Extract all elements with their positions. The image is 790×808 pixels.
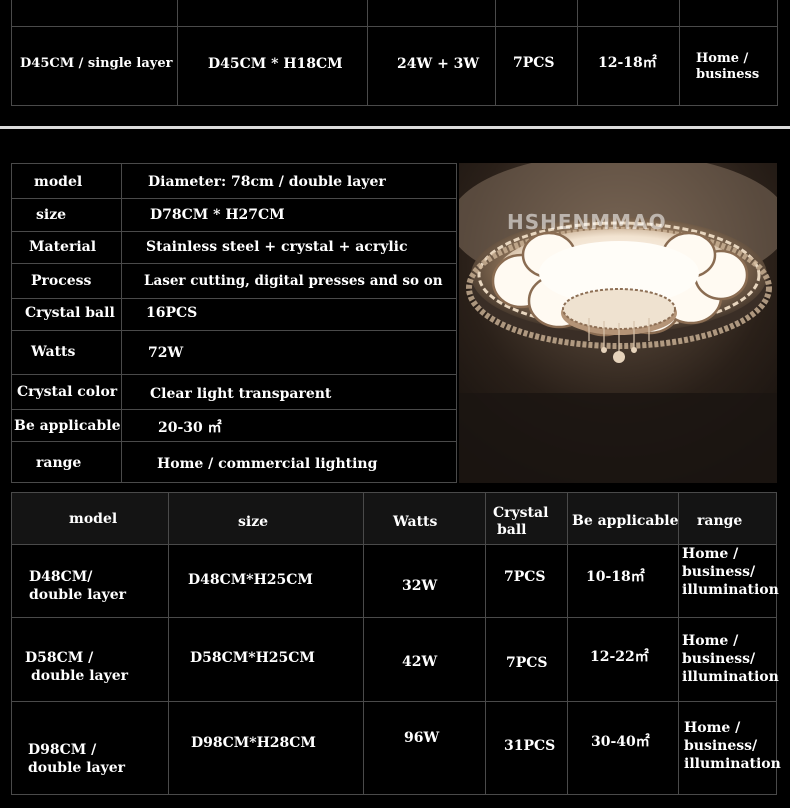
row3-crystal: 31PCS bbox=[504, 738, 556, 754]
spec-label-range: range bbox=[36, 455, 82, 471]
model-table-col-divider bbox=[363, 492, 364, 795]
top-table-divider bbox=[11, 26, 778, 27]
header-size: size bbox=[238, 514, 269, 530]
top-table-col-divider bbox=[177, 0, 178, 106]
row3-model-2: double layer bbox=[28, 760, 126, 776]
row2-crystal: 7PCS bbox=[506, 655, 548, 671]
top-table-col-divider bbox=[679, 0, 680, 106]
spec-row-divider bbox=[11, 298, 457, 299]
top-row-size: D45CM * H18CM bbox=[208, 56, 343, 72]
row2-range-1: Home / bbox=[682, 633, 739, 649]
top-row-model: D45CM / single layer bbox=[20, 56, 173, 71]
row1-range-1: Home / bbox=[682, 546, 739, 562]
row2-model-1: D58CM / bbox=[25, 650, 94, 666]
spec-label-watts: Watts bbox=[31, 344, 76, 360]
top-row-applicable: 12-18㎡ bbox=[598, 55, 657, 71]
top-table-border bbox=[11, 0, 778, 106]
spec-label-model: model bbox=[34, 174, 83, 190]
spec-label-crystal-color: Crystal color bbox=[17, 384, 118, 400]
row2-size: D58CM*H25CM bbox=[190, 650, 315, 666]
model-table-col-divider bbox=[678, 492, 679, 795]
top-table-col-divider bbox=[367, 0, 368, 106]
row1-model-2: double layer bbox=[29, 587, 127, 603]
photo-watermark: HSHENMMAO bbox=[507, 210, 667, 234]
spec-row-divider bbox=[11, 374, 457, 375]
top-row-range-1: Home / bbox=[696, 51, 749, 66]
row3-range-1: Home / bbox=[684, 720, 741, 736]
spec-value-applicable: 20-30 ㎡ bbox=[158, 420, 222, 436]
row3-applicable: 30-40㎡ bbox=[591, 734, 650, 750]
row1-size: D48CM*H25CM bbox=[188, 572, 313, 588]
spec-value-process: Laser cutting, digital presses and so on bbox=[144, 273, 443, 289]
header-crystal-1: Crystal bbox=[493, 505, 549, 521]
row1-crystal: 7PCS bbox=[504, 569, 546, 585]
row2-applicable: 12-22㎡ bbox=[590, 649, 649, 665]
header-watts: Watts bbox=[393, 514, 438, 530]
section-separator bbox=[0, 126, 790, 129]
model-table-row-divider bbox=[11, 544, 777, 545]
spec-label-crystal-ball: Crystal ball bbox=[25, 305, 115, 321]
row3-range-2: business/ bbox=[684, 738, 758, 754]
spec-value-range: Home / commercial lighting bbox=[157, 456, 378, 472]
row3-size: D98CM*H28CM bbox=[191, 735, 316, 751]
spec-row-divider bbox=[11, 330, 457, 331]
header-range: range bbox=[697, 513, 743, 529]
model-table-row-divider bbox=[11, 617, 777, 618]
row1-watts: 32W bbox=[402, 578, 438, 594]
spec-value-crystal-color: Clear light transparent bbox=[150, 386, 332, 402]
spec-value-model: Diameter: 78cm / double layer bbox=[148, 174, 386, 190]
spec-value-watts: 72W bbox=[148, 345, 184, 361]
model-table-col-divider bbox=[168, 492, 169, 795]
top-row-range-2: business bbox=[696, 67, 760, 82]
row3-watts: 96W bbox=[404, 730, 440, 746]
model-table-col-divider bbox=[485, 492, 486, 795]
header-crystal-2: ball bbox=[497, 522, 527, 538]
spec-label-material: Material bbox=[29, 239, 97, 255]
product-photo: HSHENMMAO bbox=[459, 163, 777, 483]
top-table-col-divider bbox=[577, 0, 578, 106]
spec-row-divider bbox=[11, 263, 457, 264]
header-model: model bbox=[69, 511, 118, 527]
spec-value-size: D78CM * H27CM bbox=[150, 207, 285, 223]
spec-label-applicable: Be applicable bbox=[14, 418, 121, 434]
row1-model-1: D48CM/ bbox=[29, 569, 93, 585]
spec-row-divider bbox=[11, 409, 457, 410]
spec-value-material: Stainless steel + crystal + acrylic bbox=[146, 239, 408, 255]
model-table-row-divider bbox=[11, 701, 777, 702]
top-row-crystal-ball: 7PCS bbox=[513, 55, 555, 71]
row2-watts: 42W bbox=[402, 654, 438, 670]
spec-row-divider bbox=[11, 198, 457, 199]
spec-label-size: size bbox=[36, 207, 67, 223]
model-table-col-divider bbox=[567, 492, 568, 795]
row2-range-2: business/ bbox=[682, 651, 756, 667]
row1-applicable: 10-18㎡ bbox=[586, 569, 645, 585]
top-row-watts: 24W + 3W bbox=[397, 56, 480, 72]
row1-range-2: business/ bbox=[682, 564, 756, 580]
spec-row-divider bbox=[11, 231, 457, 232]
spec-value-crystal-ball: 16PCS bbox=[146, 305, 198, 321]
row1-range-3: illumination bbox=[682, 582, 779, 598]
spec-label-process: Process bbox=[31, 273, 92, 289]
top-table-col-divider bbox=[495, 0, 496, 106]
row2-model-2: double layer bbox=[31, 668, 129, 684]
row3-range-3: illumination bbox=[684, 756, 781, 772]
row2-range-3: illumination bbox=[682, 669, 779, 685]
row3-model-1: D98CM / bbox=[28, 742, 97, 758]
spec-table-col-divider bbox=[121, 163, 122, 483]
header-applicable: Be applicable bbox=[572, 513, 679, 529]
spec-row-divider bbox=[11, 441, 457, 442]
